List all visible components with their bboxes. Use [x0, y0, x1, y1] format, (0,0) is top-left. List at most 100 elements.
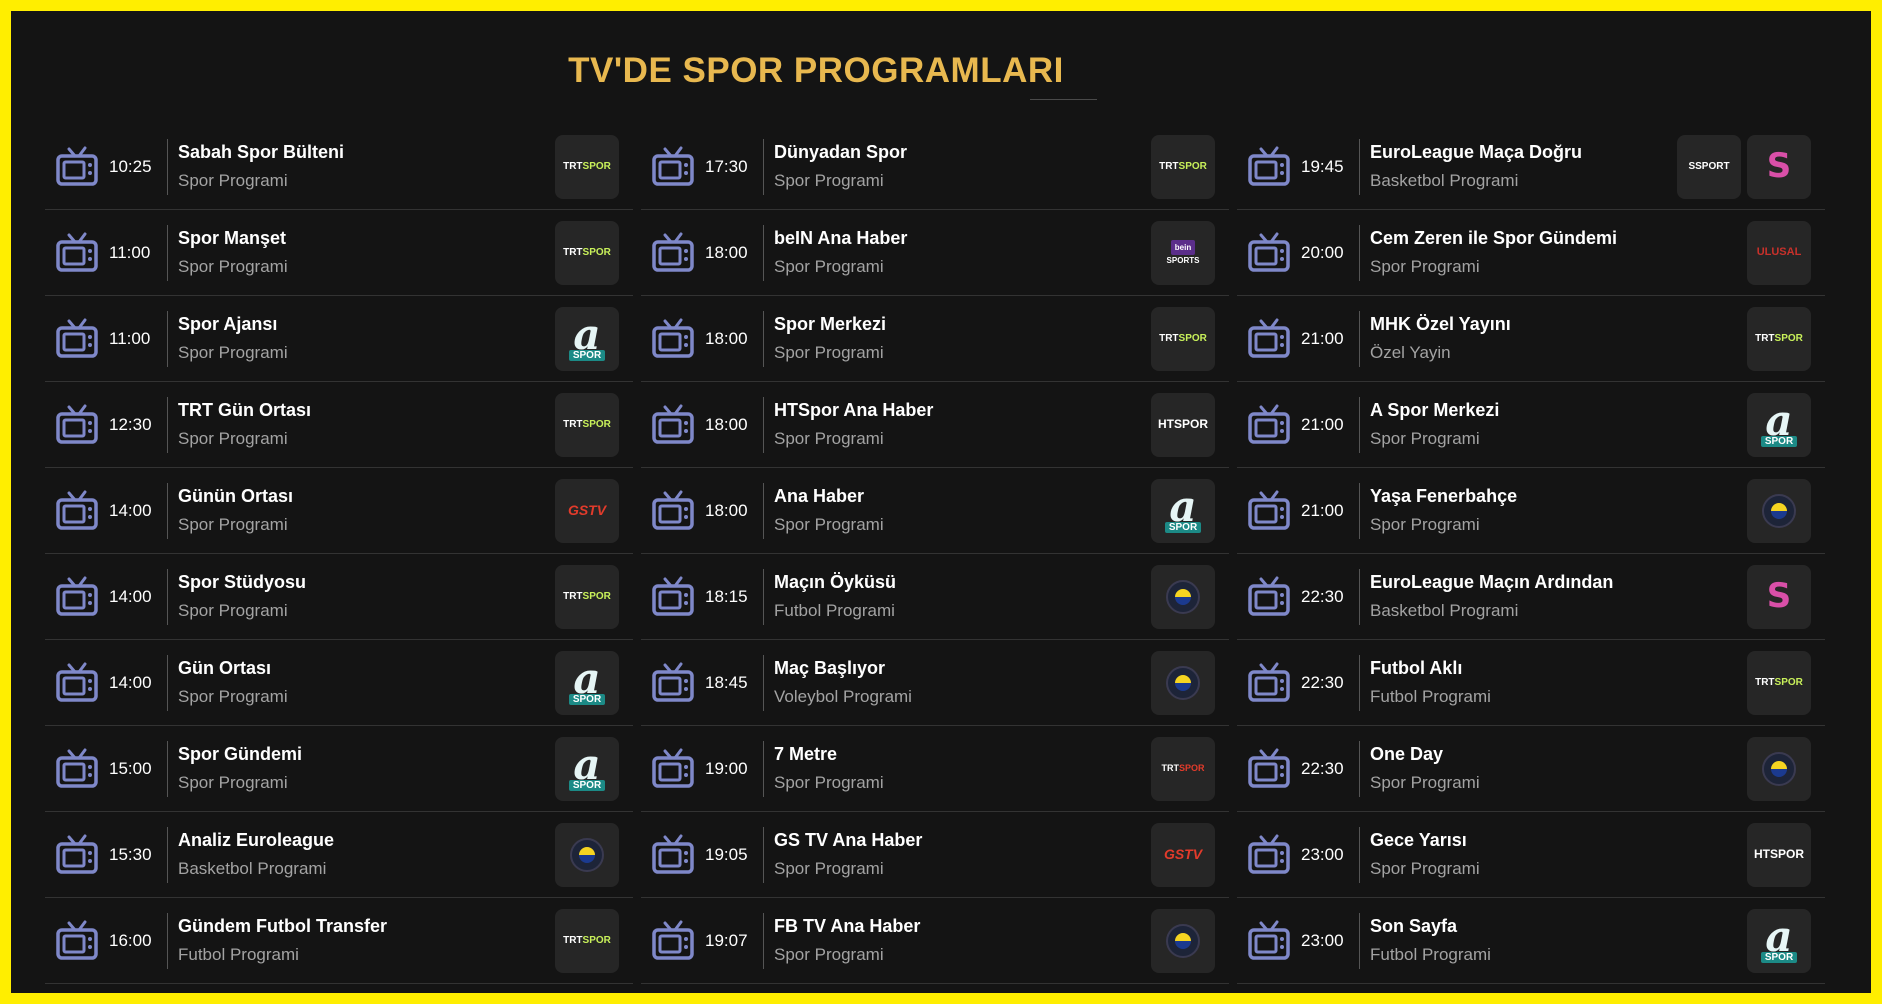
- tv-icon: [652, 834, 694, 874]
- program-row[interactable]: 21:00 MHK Özel Yayını Özel Yayin TRT SPOR: [1237, 296, 1825, 382]
- program-name[interactable]: Dünyadan Spor: [774, 140, 1151, 164]
- logo-text: SPOR: [1164, 522, 1202, 533]
- team-crest-icon: [1166, 665, 1200, 700]
- program-name[interactable]: Spor Ajansı: [178, 312, 555, 336]
- program-name[interactable]: Spor Merkezi: [774, 312, 1151, 336]
- program-row[interactable]: 21:00 Yaşa Fenerbahçe Spor Programi: [1237, 468, 1825, 554]
- program-type: Spor Programi: [774, 256, 884, 276]
- program-type: Spor Programi: [774, 428, 884, 448]
- program-time: 22:30: [1301, 758, 1344, 778]
- program-name[interactable]: A Spor Merkezi: [1370, 398, 1747, 422]
- program-name[interactable]: Gün Ortası: [178, 656, 555, 680]
- program-row[interactable]: 14:00 Gün Ortası Spor Programi a SPOR: [45, 640, 633, 726]
- program-time: 18:00: [705, 414, 748, 434]
- channel-logos: HT SPOR: [1151, 392, 1215, 457]
- program-name[interactable]: EuroLeague Maçın Ardından: [1370, 570, 1747, 594]
- program-row[interactable]: 15:30 Analiz Euroleague Basketbol Progra…: [45, 812, 633, 898]
- program-name[interactable]: Son Sayfa: [1370, 914, 1747, 938]
- program-name[interactable]: Yaşa Fenerbahçe: [1370, 484, 1747, 508]
- program-row[interactable]: 18:15 Maçın Öyküsü Futbol Programi: [641, 554, 1229, 640]
- program-name[interactable]: Gece Yarısı: [1370, 828, 1747, 852]
- program-row[interactable]: 12:30 TRT Gün Ortası Spor Programi TRT SP…: [45, 382, 633, 468]
- program-row[interactable]: 22:30 Futbol Aklı Futbol Programi TRT SPO…: [1237, 640, 1825, 726]
- program-name[interactable]: TRT Gün Ortası: [178, 398, 555, 422]
- team-crest-icon: [1166, 923, 1200, 958]
- program-info: 7 Metre Spor Programi: [764, 742, 1151, 796]
- program-row[interactable]: 15:00 Spor Gündemi Spor Programi a SPOR: [45, 726, 633, 812]
- program-row[interactable]: 23:00 Gece Yarısı Spor Programi HT SPOR: [1237, 812, 1825, 898]
- program-row[interactable]: 19:00 7 Metre Spor Programi TRT SPOR: [641, 726, 1229, 812]
- program-row[interactable]: 22:30 One Day Spor Programi: [1237, 726, 1825, 812]
- logo-text: SPORT: [1695, 161, 1730, 172]
- program-time: 23:00: [1301, 844, 1344, 864]
- program-type: Spor Programi: [178, 428, 288, 448]
- program-info: Gece Yarısı Spor Programi: [1360, 828, 1747, 882]
- program-row[interactable]: 17:30 Dünyadan Spor Spor Programi TRT SPO…: [641, 124, 1229, 210]
- logo-text: SPOR: [1774, 333, 1803, 344]
- program-type: Spor Programi: [1370, 428, 1480, 448]
- program-name[interactable]: Maç Başlıyor: [774, 656, 1151, 680]
- channel-logo-trt: TRT SPOR: [1151, 134, 1215, 199]
- program-row[interactable]: 19:07 FB TV Ana Haber Spor Programi: [641, 898, 1229, 984]
- program-info: Spor Gündemi Spor Programi: [168, 742, 555, 796]
- logo-text: SPOR: [1173, 417, 1208, 431]
- program-row[interactable]: 19:05 GS TV Ana Haber Spor Programi GS TV: [641, 812, 1229, 898]
- tv-icon: [56, 146, 98, 186]
- program-type: Basketbol Programi: [1370, 170, 1519, 190]
- program-info: HTSpor Ana Haber Spor Programi: [764, 398, 1151, 452]
- program-row[interactable]: 18:00 beIN Ana Haber Spor Programi bein S…: [641, 210, 1229, 296]
- logo-text: SPOR: [1769, 847, 1804, 861]
- logo-mark: TRT: [563, 161, 583, 172]
- program-name[interactable]: Sabah Spor Bülteni: [178, 140, 555, 164]
- program-name[interactable]: Günün Ortası: [178, 484, 555, 508]
- program-row[interactable]: 11:00 Spor Ajansı Spor Programi a SPOR: [45, 296, 633, 382]
- program-name[interactable]: Maçın Öyküsü: [774, 570, 1151, 594]
- channel-logo-trt: TRT SPOR: [555, 220, 619, 285]
- program-row[interactable]: 10:25 Sabah Spor Bülteni Spor Programi T…: [45, 124, 633, 210]
- program-row[interactable]: 21:00 A Spor Merkezi Spor Programi a SPOR: [1237, 382, 1825, 468]
- program-name[interactable]: GS TV Ana Haber: [774, 828, 1151, 852]
- program-name[interactable]: Cem Zeren ile Spor Gündemi: [1370, 226, 1747, 250]
- program-row[interactable]: 14:00 Spor Stüdyosu Spor Programi TRT SPO…: [45, 554, 633, 640]
- program-name[interactable]: Spor Stüdyosu: [178, 570, 555, 594]
- logo-mark: bein: [1170, 239, 1196, 255]
- program-name[interactable]: FB TV Ana Haber: [774, 914, 1151, 938]
- program-name[interactable]: Futbol Aklı: [1370, 656, 1747, 680]
- program-row[interactable]: 14:00 Günün Ortası Spor Programi GS TV: [45, 468, 633, 554]
- channel-logos: ULUSAL: [1747, 220, 1811, 285]
- channel-logos: TRT SPOR: [555, 392, 619, 457]
- program-row[interactable]: 18:45 Maç Başlıyor Voleybol Programi: [641, 640, 1229, 726]
- program-row[interactable]: 22:30 EuroLeague Maçın Ardından Basketbo…: [1237, 554, 1825, 640]
- channel-logos: bein SPORTS: [1151, 220, 1215, 285]
- program-name[interactable]: 7 Metre: [774, 742, 1151, 766]
- channel-logo-splus: S: [1747, 564, 1811, 629]
- program-row[interactable]: 19:45 EuroLeague Maça Doğru Basketbol Pr…: [1237, 124, 1825, 210]
- program-type: Basketbol Programi: [178, 858, 327, 878]
- program-name[interactable]: Spor Manşet: [178, 226, 555, 250]
- channel-logo-trt: TRT SPOR: [1747, 306, 1811, 371]
- program-name[interactable]: HTSpor Ana Haber: [774, 398, 1151, 422]
- tv-icon: [1248, 834, 1290, 874]
- program-type: Spor Programi: [178, 170, 288, 190]
- logo-text: TV: [1184, 846, 1203, 862]
- program-name[interactable]: Spor Gündemi: [178, 742, 555, 766]
- program-row[interactable]: 16:00 Gündem Futbol Transfer Futbol Prog…: [45, 898, 633, 984]
- program-type: Spor Programi: [1370, 256, 1480, 276]
- program-time: 14:00: [109, 500, 152, 520]
- program-row[interactable]: 20:00 Cem Zeren ile Spor Gündemi Spor Pr…: [1237, 210, 1825, 296]
- program-name[interactable]: EuroLeague Maça Doğru: [1370, 140, 1677, 164]
- program-name[interactable]: Analiz Euroleague: [178, 828, 555, 852]
- crest-inner: [1175, 588, 1191, 605]
- logo-mark: TRT: [1755, 333, 1775, 344]
- program-name[interactable]: Gündem Futbol Transfer: [178, 914, 555, 938]
- program-row[interactable]: 18:00 Ana Haber Spor Programi a SPOR: [641, 468, 1229, 554]
- program-row[interactable]: 23:00 Son Sayfa Futbol Programi a SPOR: [1237, 898, 1825, 984]
- program-row[interactable]: 11:00 Spor Manşet Spor Programi TRT SPOR: [45, 210, 633, 296]
- program-row[interactable]: 18:00 HTSpor Ana Haber Spor Programi HT S…: [641, 382, 1229, 468]
- program-name[interactable]: beIN Ana Haber: [774, 226, 1151, 250]
- program-name[interactable]: MHK Özel Yayını: [1370, 312, 1747, 336]
- channel-logo-fb: [1747, 736, 1811, 801]
- program-name[interactable]: Ana Haber: [774, 484, 1151, 508]
- program-row[interactable]: 18:00 Spor Merkezi Spor Programi TRT SPOR: [641, 296, 1229, 382]
- program-name[interactable]: One Day: [1370, 742, 1747, 766]
